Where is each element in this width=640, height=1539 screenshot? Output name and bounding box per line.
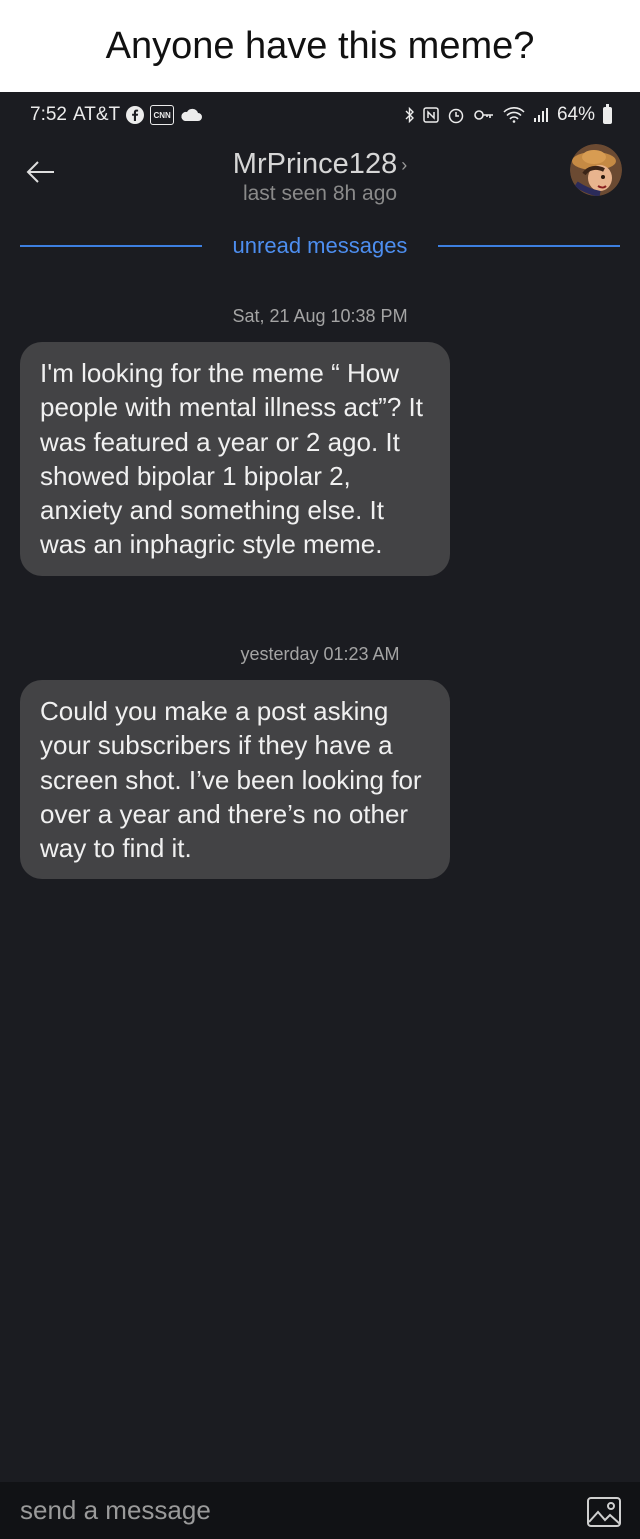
facebook-icon bbox=[126, 106, 145, 124]
unread-divider-right bbox=[438, 245, 620, 247]
message-composer bbox=[0, 1482, 640, 1539]
status-carrier: AT&T bbox=[72, 104, 121, 125]
signal-icon bbox=[533, 107, 549, 123]
bluetooth-icon bbox=[405, 107, 415, 123]
message-bubble[interactable]: Could you make a post asking your subscr… bbox=[20, 680, 450, 880]
last-seen-status: last seen 8h ago bbox=[242, 182, 398, 205]
cnn-icon: CNN bbox=[150, 105, 175, 125]
battery-percent: 64% bbox=[556, 104, 595, 125]
chevron-right-icon: › bbox=[401, 154, 408, 175]
chat-header: MrPrince128 › last seen 8h ago bbox=[0, 142, 640, 212]
contact-name[interactable]: MrPrince128 › bbox=[0, 148, 640, 181]
avatar[interactable] bbox=[570, 144, 622, 196]
cloud-icon bbox=[180, 108, 203, 122]
status-time: 7:52 bbox=[30, 104, 67, 125]
message-input[interactable] bbox=[18, 1490, 562, 1530]
wifi-icon bbox=[503, 107, 525, 123]
chat-screen: 7:52 AT&T CNN 64% MrPrince128 › last see… bbox=[0, 92, 640, 1539]
image-attach-icon[interactable] bbox=[586, 1496, 622, 1528]
contact-name-text: MrPrince128 bbox=[232, 148, 398, 180]
status-bar: 7:52 AT&T CNN 64% bbox=[0, 92, 640, 142]
unread-divider-left bbox=[20, 245, 202, 247]
alarm-icon bbox=[447, 106, 465, 124]
nfc-icon bbox=[423, 107, 439, 123]
message-timestamp: Sat, 21 Aug 10:38 PM bbox=[232, 306, 408, 326]
message-timestamp: yesterday 01:23 AM bbox=[240, 644, 400, 664]
post-caption: Anyone have this meme? bbox=[0, 0, 640, 92]
message-bubble[interactable]: I'm looking for the meme “ How people wi… bbox=[20, 342, 450, 576]
battery-icon bbox=[603, 103, 612, 124]
key-icon bbox=[473, 108, 495, 122]
unread-messages-label: unread messages bbox=[232, 233, 408, 258]
